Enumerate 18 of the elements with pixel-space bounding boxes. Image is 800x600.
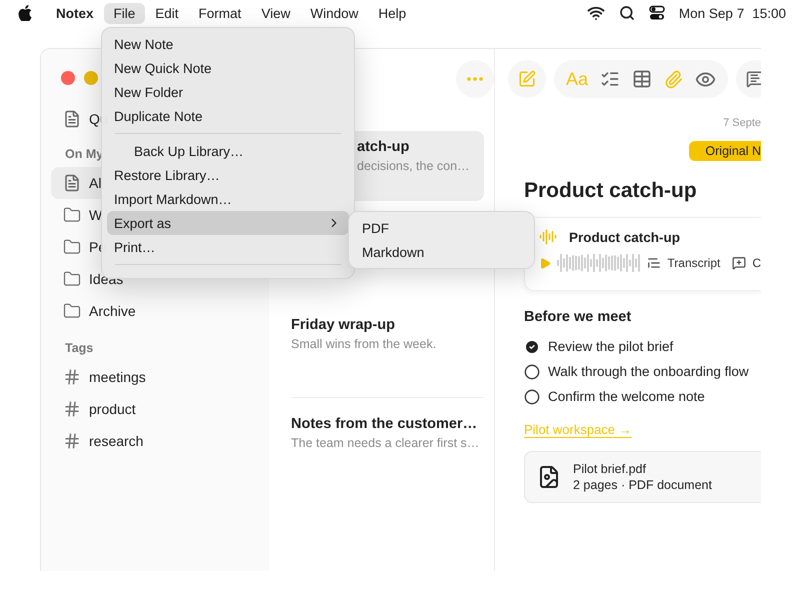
note-title: Product catch-up — [524, 179, 698, 203]
note-title: Friday wrap-up — [291, 317, 396, 333]
audio-title: Product catch-up — [569, 230, 680, 244]
note-preview: Small wins from the week. — [291, 337, 438, 351]
section-heading: Before we meet — [524, 309, 632, 325]
checklist-item: Confirm the welcome note — [548, 389, 705, 404]
note-preview: decisions, the con… — [357, 159, 471, 173]
attachment-name: Pilot brief.pdf — [573, 462, 647, 476]
note-date: 7 Septe — [723, 117, 761, 129]
checklist-item: Review the pilot brief — [548, 339, 674, 354]
menu-bar-date: Mon Sep 7 — [678, 6, 744, 20]
attachment-details: 2 pages · PDF document — [573, 478, 712, 492]
section-label: Tags — [64, 341, 94, 355]
note-title: atch-up — [357, 139, 410, 155]
checklist-item: Walk through the onboarding flow — [548, 364, 749, 379]
menu-bar-time: 15:00 — [752, 6, 786, 20]
original-note-badge: Original N — [689, 141, 761, 161]
note-title: Notes from the customer… — [291, 416, 474, 432]
